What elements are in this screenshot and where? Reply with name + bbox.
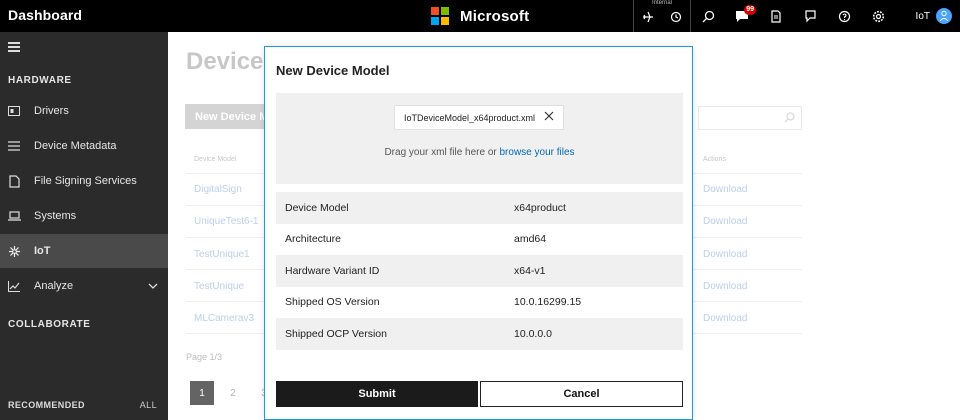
top-bar: Dashboard Microsoft Internal 99 IoT — [0, 0, 960, 32]
chart-icon — [7, 279, 21, 293]
property-row: Shipped OCP Version 10.0.0.0 — [276, 318, 683, 350]
file-drop-zone[interactable]: IoTDeviceModel_x64product.xml Drag your … — [276, 93, 683, 184]
gear-icon[interactable] — [861, 0, 895, 32]
brand-name: Microsoft — [460, 7, 530, 25]
property-row: Hardware Variant ID x64-v1 — [276, 255, 683, 287]
property-value: x64-v1 — [514, 264, 546, 277]
new-device-model-dialog: New Device Model IoTDeviceModel_x64produ… — [264, 46, 693, 420]
hamburger-menu-icon[interactable] — [8, 42, 20, 52]
section-hardware: HARDWARE — [8, 75, 72, 86]
recommended-label: RECOMMENDED — [8, 400, 85, 410]
iot-icon — [7, 244, 21, 258]
avatar-icon — [936, 8, 952, 24]
sidebar-item-label: IoT — [34, 245, 51, 257]
feedback-icon[interactable] — [793, 0, 827, 32]
drop-instructions: Drag your xml file here or browse your f… — [276, 147, 683, 158]
submit-button[interactable]: Submit — [276, 381, 478, 407]
property-value: 10.0.16299.15 — [514, 296, 582, 309]
property-row: Architecture amd64 — [276, 224, 683, 256]
drop-text: Drag your xml file here or — [384, 147, 500, 158]
internal-group: Internal — [633, 0, 691, 32]
sidebar-item-device-metadata[interactable]: Device Metadata — [0, 129, 168, 163]
property-key: Shipped OS Version — [285, 296, 380, 309]
document-icon[interactable] — [759, 0, 793, 32]
sidebar-item-label: Device Metadata — [34, 140, 117, 152]
properties-table: Device Model x64product Architecture amd… — [276, 192, 683, 350]
sidebar-item-drivers[interactable]: Drivers — [0, 94, 168, 128]
sidebar-item-label: Systems — [34, 210, 77, 222]
search-icon[interactable] — [691, 0, 725, 32]
internal-label: Internal — [651, 0, 672, 6]
property-value: amd64 — [514, 233, 547, 246]
top-icons: Internal 99 — [633, 0, 895, 32]
help-icon[interactable] — [827, 0, 861, 32]
sidebar-item-label: File Signing Services — [34, 175, 137, 187]
sidebar-item-file-signing-services[interactable]: File Signing Services — [0, 164, 168, 198]
sidebar-item-systems[interactable]: Systems — [0, 199, 168, 233]
drivers-icon — [7, 104, 21, 118]
close-icon[interactable] — [544, 111, 554, 123]
app-title[interactable]: Dashboard — [8, 7, 82, 23]
selected-file-chip: IoTDeviceModel_x64product.xml — [394, 105, 564, 130]
file-icon — [7, 174, 21, 188]
user-area[interactable]: IoT — [916, 0, 952, 32]
property-key: Hardware Variant ID — [285, 264, 380, 277]
user-label: IoT — [915, 10, 930, 22]
property-key: Architecture — [285, 233, 342, 246]
sidebar-item-label: Drivers — [34, 105, 69, 117]
list-icon — [7, 139, 21, 153]
property-key: Shipped OCP Version — [285, 327, 387, 340]
property-key: Device Model — [285, 201, 349, 214]
sidebar-item-analyze[interactable]: Analyze — [0, 269, 168, 303]
brand: Microsoft — [431, 6, 529, 26]
section-collaborate: COLLABORATE — [8, 319, 91, 330]
notification-badge: 99 — [744, 5, 756, 15]
file-name: IoTDeviceModel_x64product.xml — [404, 112, 536, 123]
clock-icon[interactable] — [670, 10, 682, 28]
chat-icon[interactable]: 99 — [725, 0, 759, 32]
cancel-button[interactable]: Cancel — [480, 381, 683, 407]
sidebar: HARDWARE Drivers Device Metadata File Si… — [0, 32, 168, 420]
property-value: x64product — [514, 201, 566, 214]
microsoft-logo-icon — [431, 7, 449, 25]
chevron-down-icon[interactable] — [148, 280, 158, 292]
browse-files-link[interactable]: browse your files — [500, 147, 575, 158]
airplane-icon[interactable] — [642, 10, 654, 28]
property-row: Device Model x64product — [276, 192, 683, 224]
all-link[interactable]: ALL — [140, 400, 157, 410]
dialog-title: New Device Model — [276, 63, 390, 78]
sidebar-item-label: Analyze — [34, 280, 74, 292]
property-row: Shipped OS Version 10.0.16299.15 — [276, 287, 683, 319]
laptop-icon — [7, 209, 21, 223]
property-value: 10.0.0.0 — [514, 327, 552, 340]
sidebar-item-iot[interactable]: IoT — [0, 234, 168, 268]
